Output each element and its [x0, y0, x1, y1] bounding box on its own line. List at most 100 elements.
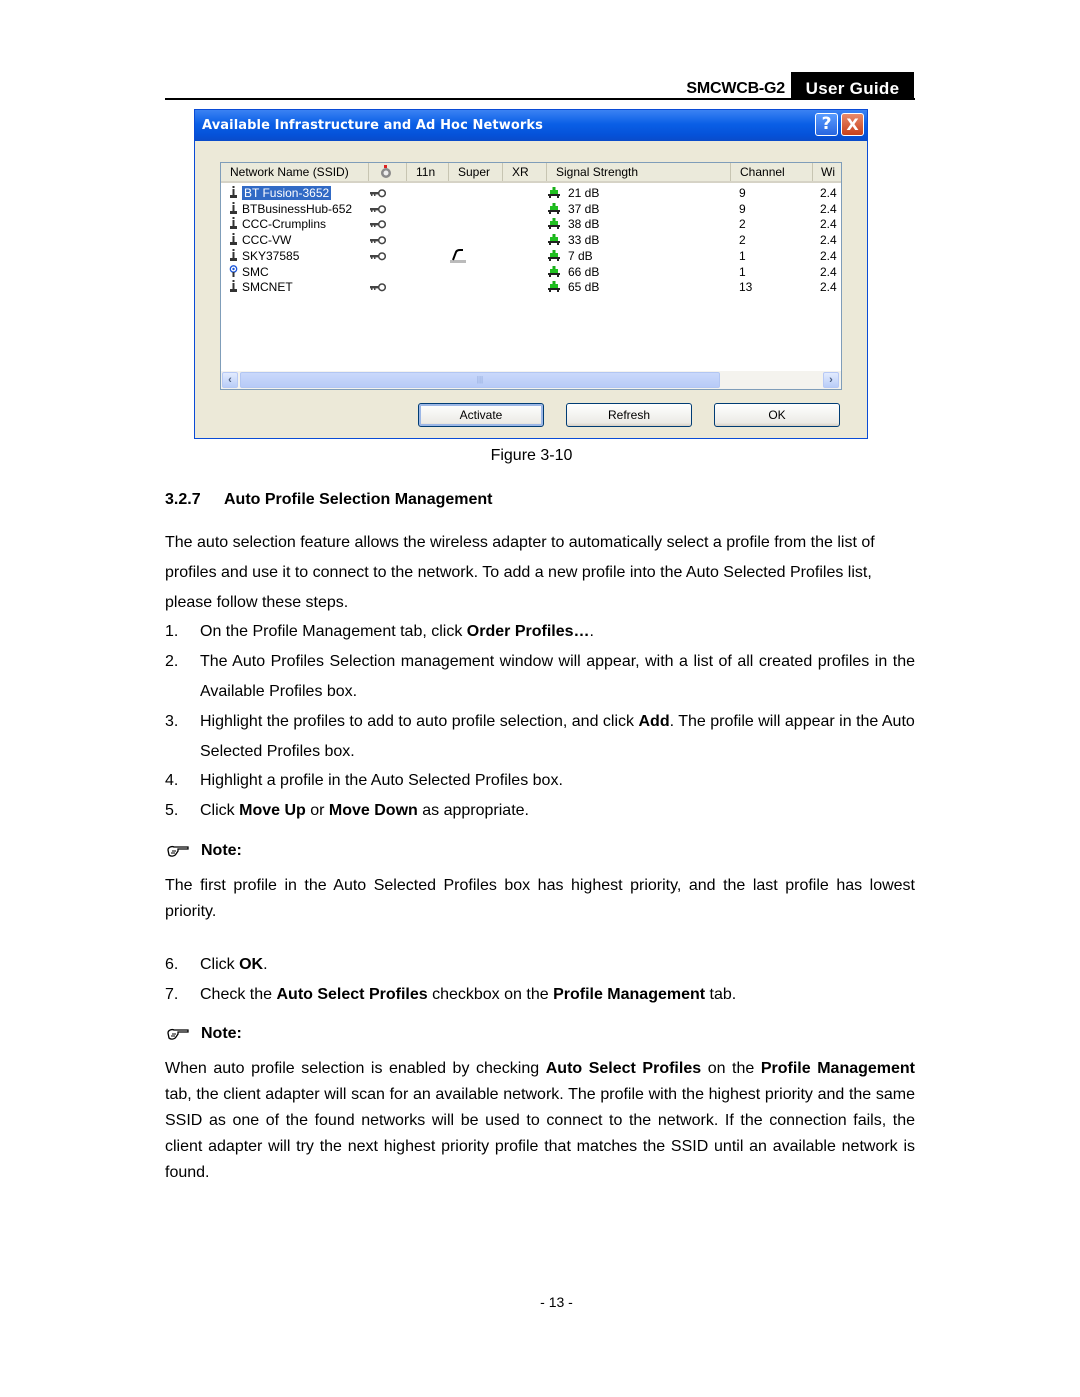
network-row[interactable]: SKY37585 7 dB 1 2.4	[221, 248, 841, 264]
help-icon: ?	[821, 114, 832, 134]
channel-cell: 1	[739, 264, 746, 279]
refresh-button[interactable]: Refresh	[566, 403, 692, 427]
channel-cell: 2	[739, 217, 746, 232]
column-header-signal-strength[interactable]: Signal Strength	[547, 163, 731, 181]
xr-icon	[450, 248, 466, 263]
text-run: When auto profile selection is enabled b…	[165, 1060, 546, 1077]
step-item: 3. Highlight the profiles to add to auto …	[165, 707, 915, 767]
signal-strength-icon	[548, 202, 560, 214]
column-header-encryption[interactable]	[369, 163, 407, 181]
text-run: Highlight a profile in the Auto Selected…	[200, 772, 563, 789]
channel-cell: 13	[739, 280, 753, 295]
column-header-xr[interactable]: XR	[503, 163, 547, 181]
signal-cell: 33 dB	[548, 232, 599, 248]
scrollbar-thumb[interactable]: |||	[240, 372, 720, 388]
channel-cell: 1	[739, 248, 746, 263]
column-header-11n[interactable]: 11n	[407, 163, 449, 181]
signal-value: 37 dB	[568, 201, 600, 216]
ssid-cell: CCC-VW	[229, 232, 291, 248]
networks-list[interactable]: Network Name (SSID) 11n Super XR Signal …	[220, 162, 842, 390]
infrastructure-antenna-icon	[230, 201, 237, 214]
signal-cell: 37 dB	[548, 201, 599, 217]
network-row[interactable]: CCC-Crumplins 38 dB 2 2.4	[221, 216, 841, 232]
ssid-label: SMCNET	[242, 280, 293, 295]
wireless-mode-cell: 2.4	[820, 217, 837, 232]
ssid-label: BT Fusion-3652	[242, 186, 332, 200]
step-text: The Auto Profiles Selection management w…	[200, 647, 915, 707]
network-row[interactable]: SMC 66 dB 1 2.4	[221, 264, 841, 280]
step-number: 2.	[165, 653, 179, 670]
scroll-right-button[interactable]: ›	[823, 372, 839, 388]
close-button[interactable]: X	[841, 113, 864, 136]
pointing-hand-icon	[167, 845, 189, 857]
step-item: 1. On the Profile Management tab, click O…	[165, 617, 915, 647]
signal-strength-icon	[548, 187, 560, 198]
wireless-mode-cell: 2.4	[820, 233, 837, 248]
infrastructure-antenna-icon	[230, 186, 237, 198]
column-header-wireless-mode[interactable]: Wi	[813, 163, 841, 181]
column-header-ssid[interactable]: Network Name (SSID)	[221, 163, 369, 181]
column-header-channel[interactable]: Channel	[731, 163, 813, 181]
step-text: Click OK.	[200, 950, 915, 980]
step-number: 3.	[165, 713, 179, 730]
step-text: Click Move Up or Move Down as appropriat…	[200, 796, 915, 826]
key-icon	[370, 189, 386, 198]
scroll-left-button[interactable]: ‹	[222, 372, 238, 388]
key-icon	[370, 220, 386, 229]
column-header-super[interactable]: Super	[449, 163, 503, 181]
header-user-guide-label: User Guide	[791, 72, 914, 100]
infrastructure-antenna-icon	[230, 217, 237, 230]
bold-term: Auto Select Profiles	[276, 986, 428, 1003]
section-title: Auto Profile Selection Management	[224, 491, 493, 508]
ssid-cell: SKY37585	[229, 248, 299, 264]
bold-term: OK	[239, 956, 264, 973]
network-row[interactable]: BT Fusion-3652 21 dB 9 2.4	[221, 185, 841, 201]
ssid-cell: SMCNET	[229, 279, 293, 295]
adhoc-antenna-icon	[229, 264, 238, 277]
text-run: checkbox on the	[427, 986, 554, 1003]
ok-button[interactable]: OK	[714, 403, 840, 427]
step-item: 7. Check the Auto Select Profiles checkbo…	[165, 980, 915, 1010]
ssid-label: SKY37585	[242, 248, 300, 263]
infrastructure-antenna-icon	[230, 248, 237, 261]
text-run: The Auto Profiles Selection management w…	[200, 653, 915, 700]
horizontal-scrollbar[interactable]: ‹ ||| ›	[221, 371, 841, 389]
step-item: 4. Highlight a profile in the Auto Select…	[165, 766, 915, 796]
list-header: Network Name (SSID) 11n Super XR Signal …	[221, 163, 841, 183]
step-number: 1.	[165, 623, 179, 640]
text-run: Check the	[200, 986, 277, 1003]
text-run: Click	[200, 956, 240, 973]
signal-value: 66 dB	[568, 264, 600, 279]
step-number: 7.	[165, 986, 179, 1003]
text-run: .	[589, 623, 594, 640]
signal-value: 21 dB	[568, 186, 600, 200]
ssid-label: BTBusinessHub-652	[242, 201, 353, 216]
header-rule	[165, 98, 915, 100]
infrastructure-antenna-icon	[230, 280, 237, 293]
header-model-name: SMCWCB-G2	[686, 80, 785, 97]
step-text: Check the Auto Select Profiles checkbox …	[200, 980, 915, 1010]
step-number: 5.	[165, 802, 179, 819]
signal-value: 7 dB	[568, 248, 593, 263]
step-text: Highlight a profile in the Auto Selected…	[200, 766, 915, 796]
grip-icon: |||	[476, 375, 484, 384]
network-row[interactable]: CCC-VW 33 dB 2 2.4	[221, 232, 841, 248]
note-heading-2: Note:	[166, 1025, 242, 1043]
signal-value: 38 dB	[568, 217, 600, 232]
page-number: - 13 -	[540, 1294, 573, 1310]
wireless-mode-cell: 2.4	[820, 264, 837, 279]
bold-term: Profile Management	[553, 986, 706, 1003]
bold-term: Add	[638, 713, 670, 730]
signal-cell: 65 dB	[548, 279, 599, 295]
activate-button[interactable]: Activate	[418, 403, 544, 427]
network-row[interactable]: SMCNET 65 dB 13 2.4	[221, 279, 841, 295]
text-run: Highlight the profiles to add to auto pr…	[200, 713, 639, 730]
help-button[interactable]: ?	[815, 113, 838, 136]
text-run: as appropriate.	[417, 802, 529, 819]
text-run: Click	[200, 802, 240, 819]
signal-cell: 66 dB	[548, 264, 599, 280]
step-text: On the Profile Management tab, click Ord…	[200, 617, 915, 647]
section-heading: 3.2.7 Auto Profile Selection Management	[165, 491, 492, 509]
note-label-2: Note:	[201, 1025, 242, 1042]
network-row[interactable]: BTBusinessHub-652 37 dB 9 2.4	[221, 201, 841, 217]
